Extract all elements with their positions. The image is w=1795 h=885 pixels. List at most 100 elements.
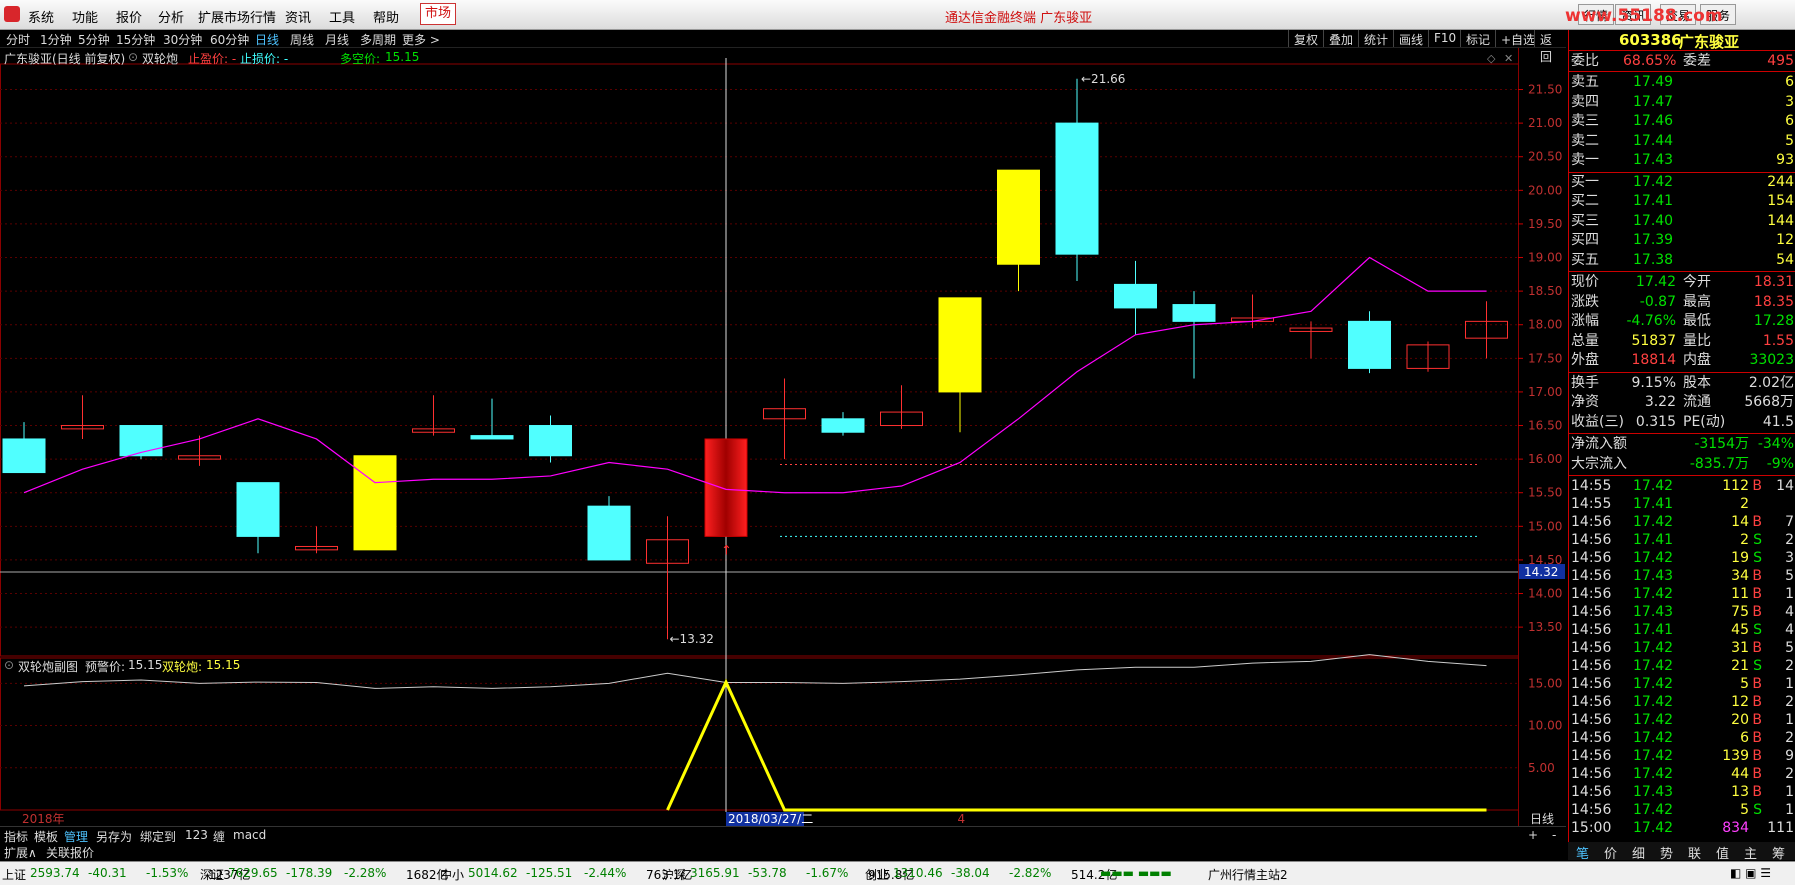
index-name: 深证 — [200, 868, 225, 882]
kline-chart[interactable]: 21.50 21.00 20.50 20.00 19.50 19.00 18.50 18.00… — [0, 48, 1566, 826]
tool-back[interactable]: 返回 — [1534, 30, 1566, 64]
tick-volume: 34 — [1731, 568, 1749, 584]
tool-draw[interactable]: 画线 — [1393, 30, 1428, 47]
period-label: 日线 — [1530, 812, 1554, 826]
period-30min[interactable]: 30分钟 — [163, 31, 202, 48]
tool-mark[interactable]: 标记 — [1460, 30, 1495, 47]
menu-quote[interactable]: 报价 — [116, 7, 142, 26]
sub-chevron-icon[interactable]: ⊙ — [4, 658, 14, 672]
right-tab-0[interactable]: 笔 — [1576, 843, 1589, 862]
tick-side: S — [1753, 658, 1762, 674]
tick-count: 2 — [1785, 694, 1794, 710]
sub-indicator-name[interactable]: 双轮炮副图 — [18, 658, 78, 675]
stat-label: 涨幅 — [1571, 313, 1599, 329]
stat-label: 外盘 — [1571, 352, 1599, 368]
tick-price: 17.42 — [1633, 694, 1674, 710]
indicator-chevron-icon[interactable]: ⊙ — [128, 50, 138, 64]
index-percent: -2.82% — [1009, 866, 1052, 880]
tick-price: 17.42 — [1633, 514, 1674, 530]
period-weekly[interactable]: 周线 — [290, 31, 314, 48]
period-1min[interactable]: 1分钟 — [40, 31, 72, 48]
tick-row: 14:56 17.43 34 B 5 — [1571, 567, 1794, 585]
close-chart-icon: ✕ — [1504, 52, 1513, 65]
menu-analysis[interactable]: 分析 — [158, 7, 184, 26]
stat-row: 收益(三) 0.315 PE(动) 41.5 — [1571, 413, 1794, 431]
low-price-label: ←13.32 — [670, 632, 714, 646]
tick-volume: 75 — [1731, 604, 1749, 620]
tick-row: 14:56 17.42 12 B 2 — [1571, 693, 1794, 711]
menu-function[interactable]: 功能 — [72, 7, 98, 26]
flow-row: 净流入额 -3154万 -34% — [1571, 435, 1794, 453]
tick-side: B — [1752, 568, 1762, 584]
server-name[interactable]: 广州行情主站2 — [1208, 866, 1288, 883]
tool-f10[interactable]: F10 — [1428, 30, 1461, 47]
period-5min[interactable]: 5分钟 — [78, 31, 110, 48]
price-axis-label: 20.50 — [1528, 150, 1562, 164]
market-button[interactable]: 市场 — [420, 3, 456, 25]
menu-ext-market[interactable]: 扩展市场行情 — [198, 7, 276, 26]
buy-level-label: 买二 — [1571, 193, 1599, 209]
right-tab-2[interactable]: 细 — [1632, 843, 1645, 862]
indicator-tab-bar: 指标 模板 管理 另存为 绑定到 123 缠 macd + - — [0, 826, 1566, 844]
zoom-out-button[interactable]: - — [1552, 828, 1556, 842]
right-tab-1[interactable]: 价 — [1604, 843, 1617, 862]
tick-volume: 45 — [1731, 622, 1749, 638]
tool-stats[interactable]: 统计 — [1358, 30, 1393, 47]
stat-value: 51837 — [1631, 332, 1676, 349]
tab-123[interactable]: 123 — [185, 828, 208, 842]
tool-fuquan[interactable]: 复权 — [1288, 30, 1323, 47]
stat-value: 18814 — [1631, 352, 1676, 368]
right-tab-4[interactable]: 联 — [1688, 843, 1701, 862]
tool-overlay[interactable]: 叠加 — [1323, 30, 1358, 47]
period-60min[interactable]: 60分钟 — [210, 31, 249, 48]
tick-volume: 5 — [1740, 676, 1749, 692]
stat-row: 涨幅 -4.76% 最低 17.28 — [1571, 312, 1794, 330]
tick-time: 14:56 — [1571, 568, 1612, 584]
sell-level-label: 卖四 — [1571, 93, 1599, 110]
stat-value: 17.28 — [1753, 313, 1794, 329]
right-tab-3[interactable]: 势 — [1660, 843, 1673, 862]
chart-indicator-name[interactable]: 双轮炮 — [142, 50, 178, 67]
candle-body — [938, 297, 982, 393]
tick-side: B — [1752, 694, 1762, 710]
menu-system[interactable]: 系统 — [28, 7, 54, 26]
weicha-value: 495 — [1767, 53, 1794, 69]
right-tab-5[interactable]: 值 — [1716, 843, 1729, 862]
zoom-in-button[interactable]: + — [1528, 828, 1538, 842]
status-tool-icon[interactable]: ◧ ▣ ☰ — [1730, 866, 1771, 880]
stat-label: 净资 — [1571, 394, 1599, 410]
stat-value: 33023 — [1749, 352, 1794, 368]
period-daily[interactable]: 日线 — [255, 31, 279, 48]
stat-value: 17.42 — [1635, 274, 1676, 290]
tick-row: 14:55 17.41 2 — [1571, 495, 1794, 513]
period-monthly[interactable]: 月线 — [325, 31, 349, 48]
menu-news[interactable]: 资讯 — [285, 7, 311, 26]
tab-related-quote[interactable]: 关联报价 — [46, 844, 94, 861]
period-more[interactable]: 更多 > — [402, 31, 440, 48]
tick-time: 14:55 — [1571, 496, 1612, 512]
menu-help[interactable]: 帮助 — [373, 7, 399, 26]
tab-macd[interactable]: macd — [233, 828, 266, 842]
tick-volume: 13 — [1731, 784, 1749, 800]
tick-row: 14:56 17.42 31 B 5 — [1571, 639, 1794, 657]
period-15min[interactable]: 15分钟 — [116, 31, 155, 48]
right-tab-6[interactable]: 主 — [1744, 843, 1757, 862]
stat-label: 量比 — [1683, 332, 1711, 349]
tick-row: 14:56 17.42 5 S 1 — [1571, 801, 1794, 819]
tick-row: 14:56 17.43 75 B 4 — [1571, 603, 1794, 621]
stat-value: 41.5 — [1762, 413, 1794, 430]
connection-status-icon: ▬▬▬ ▬▬▬ — [1100, 866, 1172, 880]
tick-side: B — [1752, 676, 1762, 692]
tick-time: 14:56 — [1571, 604, 1612, 620]
menu-tools[interactable]: 工具 — [329, 7, 355, 26]
right-tab-7[interactable]: 筹 — [1772, 843, 1785, 862]
tick-row: 14:56 17.42 14 B 7 — [1571, 513, 1794, 531]
tick-count: 3 — [1785, 550, 1794, 566]
tick-time: 14:56 — [1571, 676, 1612, 692]
tab-expand[interactable]: 扩展∧ — [4, 844, 37, 861]
tick-volume: 112 — [1722, 478, 1749, 494]
period-fenshi[interactable]: 分时 — [6, 31, 30, 48]
stat-label: PE(动) — [1683, 413, 1726, 430]
price-axis-label: 18.00 — [1528, 318, 1562, 332]
period-multi[interactable]: 多周期 — [360, 31, 396, 48]
